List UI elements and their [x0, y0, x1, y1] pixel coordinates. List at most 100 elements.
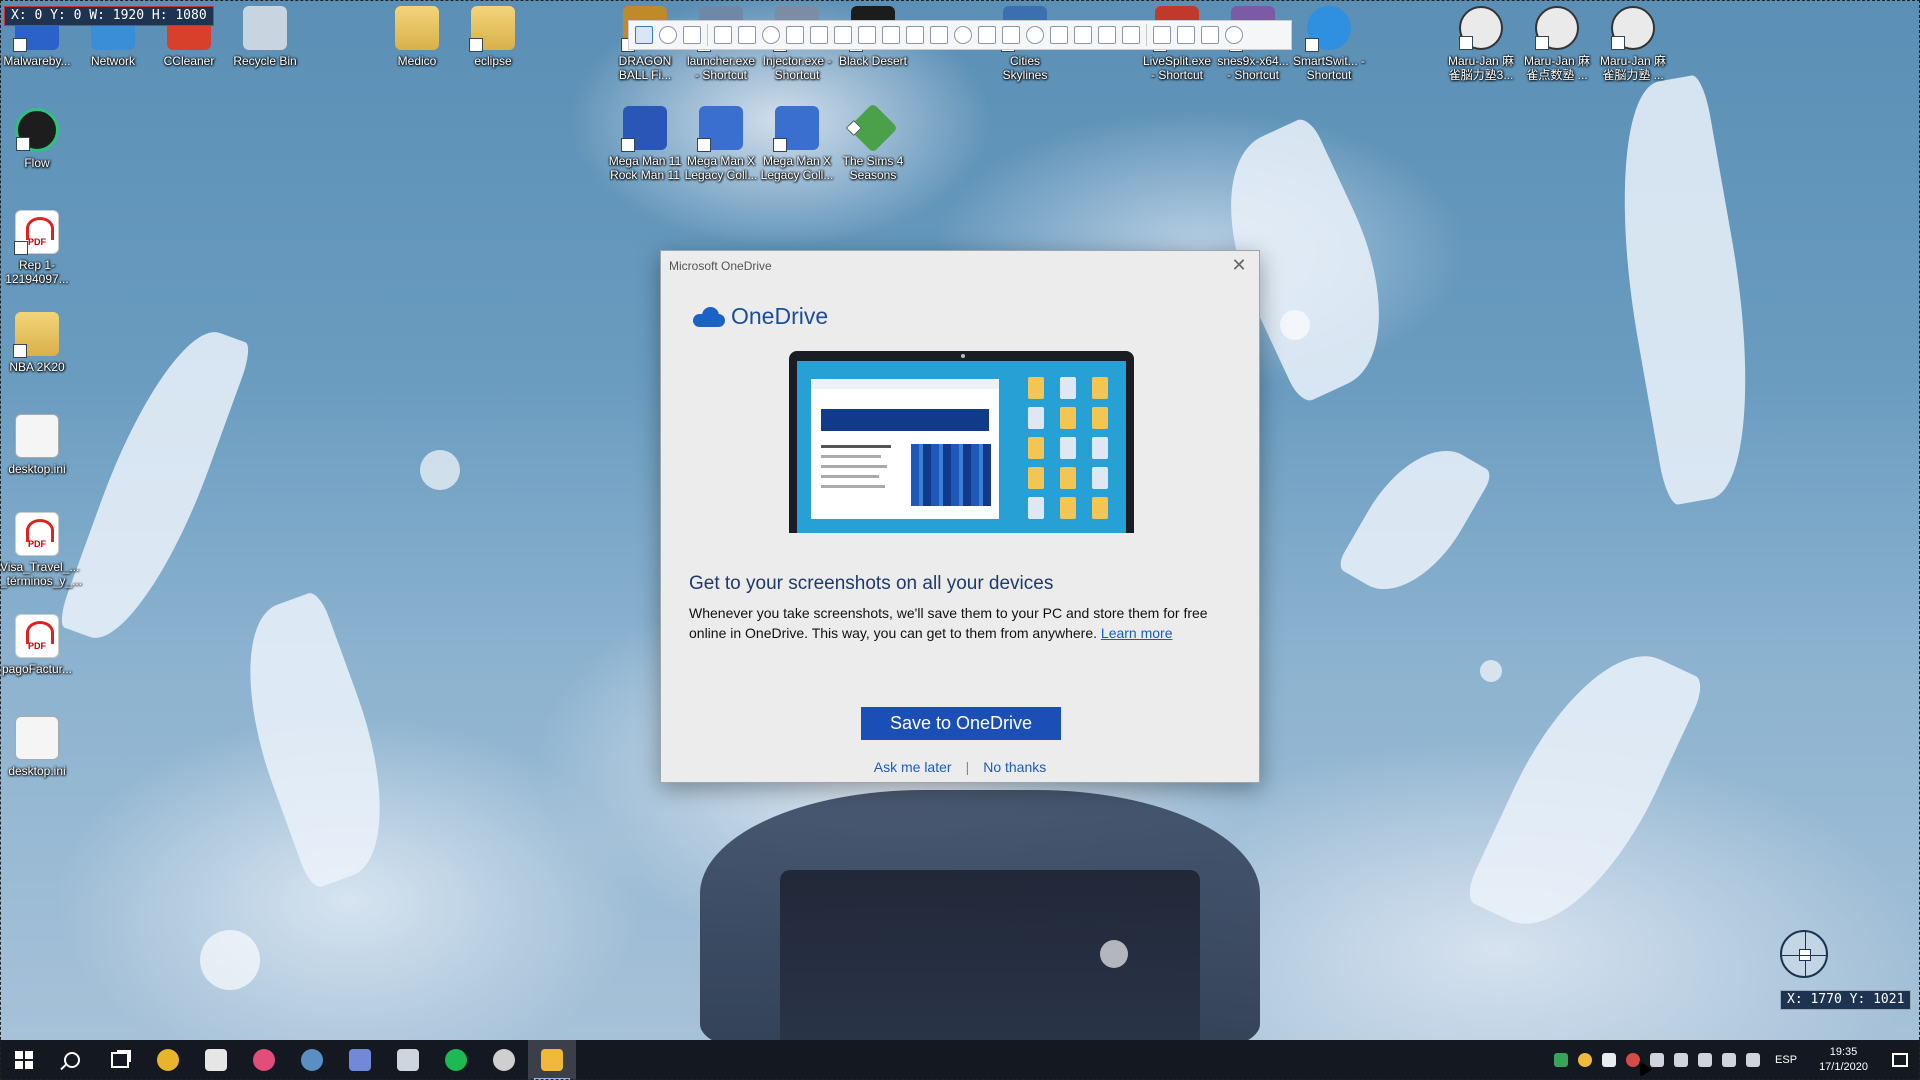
wallpaper-leaf [1336, 428, 1494, 612]
cursor-position-readout: X: 1770 Y: 1021 [1780, 990, 1912, 1010]
text-icon[interactable] [858, 26, 876, 44]
volume-muted-icon[interactable] [1746, 1053, 1761, 1067]
desktop-icon-smartswitch[interactable]: SmartSwit... - Shortcut [1292, 6, 1366, 82]
city-skyline-image [911, 444, 991, 506]
ask-me-later-link[interactable]: Ask me later [874, 759, 952, 775]
chrome-tray-icon[interactable] [1578, 1053, 1593, 1067]
taskbar-app-wolf[interactable] [192, 1040, 240, 1080]
desktop-icon-desktop-ini-2[interactable]: desktop.ini [0, 716, 74, 778]
pen-icon[interactable] [786, 26, 804, 44]
dialog-title: Microsoft OneDrive [669, 259, 772, 273]
save-to-onedrive-button[interactable]: Save to OneDrive [861, 707, 1061, 740]
desktop-icon-flow[interactable]: Flow [0, 108, 74, 170]
image-icon[interactable] [1002, 26, 1020, 44]
desktop-icon-rep-pdf[interactable]: PDF Rep 1-12194097... [0, 210, 74, 286]
learn-more-link[interactable]: Learn more [1101, 625, 1173, 641]
effects-icon[interactable] [1122, 26, 1140, 44]
highlighter-icon[interactable] [978, 26, 996, 44]
tools-dropdown-icon[interactable] [1177, 26, 1195, 44]
counter-icon[interactable] [930, 26, 948, 44]
update-icon[interactable] [1698, 1053, 1713, 1067]
taskbar-app-spotify[interactable] [432, 1040, 480, 1080]
desktop-icon-label: snes9x-x64... - Shortcut [1217, 54, 1289, 82]
desktop-icon-medico[interactable]: Medico [380, 6, 454, 68]
desktop-icon-nba2k20[interactable]: NBA 2K20 [0, 312, 74, 374]
display-icon[interactable] [1722, 1053, 1737, 1067]
magnifier-icon[interactable] [954, 26, 972, 44]
desktop-icon-desktop-ini-1[interactable]: desktop.ini [0, 414, 74, 476]
clock-date: 17/1/2020 [1819, 1061, 1868, 1073]
battery-icon[interactable] [1674, 1053, 1689, 1067]
onedrive-tray-icon[interactable] [1602, 1053, 1617, 1067]
dialog-heading: Get to your screenshots on all your devi… [689, 573, 1054, 594]
taskbar-app-file-explorer[interactable] [528, 1040, 576, 1080]
rectangle-icon[interactable] [738, 26, 756, 44]
line-icon[interactable] [810, 26, 828, 44]
recycle-bin-icon [243, 6, 287, 50]
file-tile [1092, 437, 1108, 459]
search-button[interactable] [48, 1040, 96, 1080]
action-center-button[interactable] [1880, 1040, 1920, 1080]
desktop-icon-label: Maru-Jan 麻雀脳力塾 ... [1599, 54, 1667, 82]
ellipse-select-icon[interactable] [659, 26, 677, 44]
camera-dot [961, 354, 965, 358]
desktop-icon-visa-pdf[interactable]: PDF Visa_Travel_... _términos_y_... [0, 512, 83, 588]
callout-icon[interactable] [906, 26, 924, 44]
file-tile [1028, 377, 1044, 399]
desktop-icon-sims4[interactable]: The Sims 4 Seasons [836, 103, 910, 182]
rectangle-select-icon[interactable] [635, 26, 653, 44]
security-icon[interactable] [1554, 1053, 1569, 1067]
wallpaper-bokeh [1100, 940, 1128, 968]
desktop-icon-pagofactura-pdf[interactable]: PDF pagoFactur... [0, 614, 74, 676]
desktop-icon-maru-jan-1[interactable]: Maru-Jan 麻雀脳力塾3... [1444, 6, 1518, 82]
stamp-icon[interactable] [1050, 26, 1068, 44]
desktop-icon-label: Rep 1-12194097... [5, 258, 69, 286]
taskbar-clock[interactable]: 19:35 17/1/2020 [1819, 1045, 1868, 1075]
desktop-icon-maru-jan-3[interactable]: Maru-Jan 麻雀脳力塾 ... [1596, 6, 1670, 82]
settings-icon[interactable] [1225, 26, 1243, 44]
taskbar-app-discord[interactable] [336, 1040, 384, 1080]
taskbar-app-equalizer[interactable] [384, 1040, 432, 1080]
dialog-titlebar[interactable]: Microsoft OneDrive ✕ [661, 251, 1259, 281]
task-view-button[interactable] [96, 1040, 144, 1080]
desktop-icon-label: launcher.exe - Shortcut [686, 54, 756, 82]
no-thanks-link[interactable]: No thanks [983, 759, 1046, 775]
line-width-icon[interactable] [1201, 26, 1219, 44]
desktop-icon-label: Recycle Bin [233, 54, 297, 68]
obs-icon [493, 1049, 515, 1071]
taskbar-app-slack[interactable] [240, 1040, 288, 1080]
desktop-icon-megamanx-1[interactable]: Mega Man X Legacy Coll... [684, 106, 758, 182]
emoji-icon[interactable] [1026, 26, 1044, 44]
desktop-icon-maru-jan-2[interactable]: Maru-Jan 麻雀点数塾 ... [1520, 6, 1594, 82]
desktop-icon-label: DRAGON BALL Fi... [618, 54, 672, 82]
sims-icon [848, 103, 898, 153]
cloud-icon [693, 306, 725, 327]
pointer-icon[interactable] [714, 26, 732, 44]
desktop-icon-label: Visa_Travel_... _términos_y_... [0, 560, 83, 588]
ellipse-icon[interactable] [762, 26, 780, 44]
shape-dropdown-icon[interactable] [1153, 26, 1171, 44]
desktop-icon-label: Cities Skylines [1002, 54, 1048, 82]
start-button[interactable] [0, 1040, 48, 1080]
desktop-icon-recycle-bin[interactable]: Recycle Bin [228, 6, 302, 68]
pdf-badge: PDF [28, 237, 46, 247]
freeform-select-icon[interactable] [683, 26, 701, 44]
taskbar-app-chrome[interactable] [144, 1040, 192, 1080]
illustration-line [821, 485, 885, 488]
desktop-icon-eclipse[interactable]: eclipse [456, 6, 530, 68]
language-indicator[interactable]: ESP [1775, 1054, 1797, 1066]
desktop-icon-megamanx-2[interactable]: Mega Man X Legacy Coll... [760, 106, 834, 182]
taskbar-app-steam[interactable] [288, 1040, 336, 1080]
discord-icon [349, 1049, 371, 1071]
textbox-icon[interactable] [882, 26, 900, 44]
folder-icon [395, 6, 439, 50]
close-icon[interactable]: ✕ [1225, 253, 1253, 279]
network-tray-icon[interactable] [1650, 1053, 1665, 1067]
pixelate-icon[interactable] [1098, 26, 1116, 44]
taskbar-app-obs[interactable] [480, 1040, 528, 1080]
desktop-icon-megaman11[interactable]: Mega Man 11 Rock Man 11 [608, 106, 682, 182]
pdf-icon: PDF [15, 512, 59, 556]
file-tile [1060, 437, 1076, 459]
blur-icon[interactable] [1074, 26, 1092, 44]
arrow-icon[interactable] [834, 26, 852, 44]
